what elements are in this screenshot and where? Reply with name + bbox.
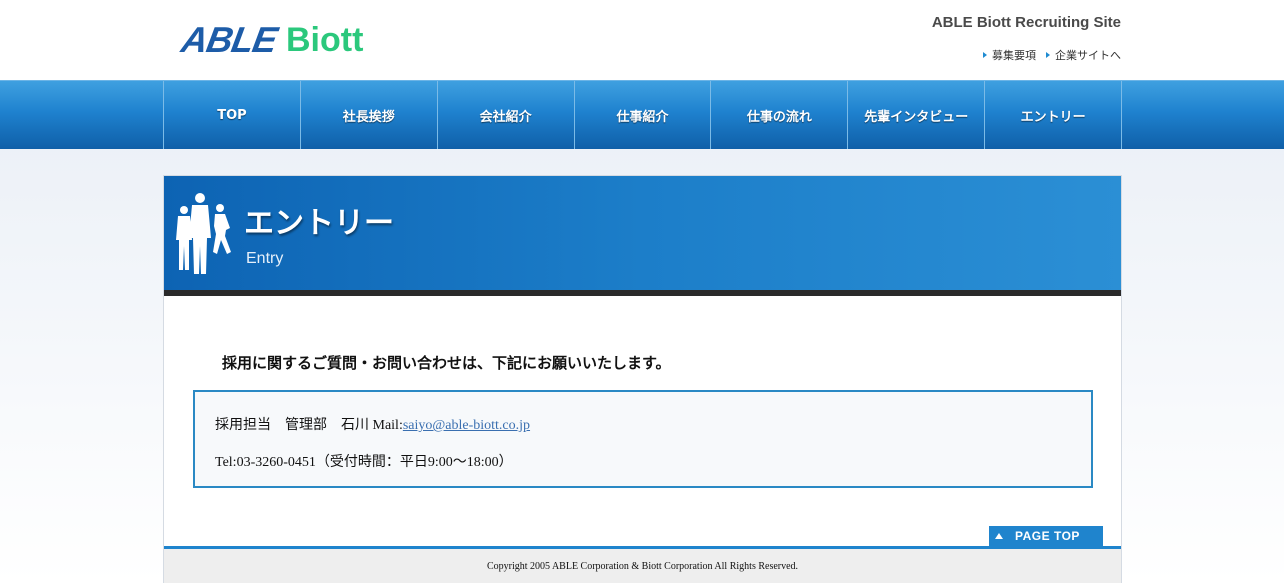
header-link-label: 募集要項	[992, 49, 1036, 62]
contact-person: 採用担当 管理部 石川 Mail:	[215, 418, 403, 433]
page-title: エントリー	[244, 206, 394, 241]
contact-line-mail: 採用担当 管理部 石川 Mail:saiyo@able-biott.co.jp	[215, 414, 530, 434]
nav-item-top[interactable]: TOP	[164, 81, 301, 149]
logo-biott-text: Biott	[286, 21, 364, 59]
header-link-label: 企業サイトへ	[1055, 49, 1121, 62]
nav-item-job-intro[interactable]: 仕事紹介	[575, 81, 712, 149]
site-header: ABLE Biott ABLE Biott Recruiting Site 募集…	[0, 0, 1284, 80]
page-top-button[interactable]: PAGE TOP	[989, 526, 1103, 546]
contact-box: 採用担当 管理部 石川 Mail:saiyo@able-biott.co.jp …	[193, 390, 1093, 488]
site-title: ABLE Biott Recruiting Site	[931, 14, 1121, 31]
content-box: エントリー Entry 採用に関するご質問・お問い合わせは、下記にお願いいたしま…	[163, 175, 1122, 583]
arrow-right-icon	[983, 52, 987, 58]
page-subtitle: Entry	[246, 250, 284, 267]
contact-line-tel: Tel:03-3260-0451（受付時間：平日9:00～18:00）	[215, 455, 513, 470]
nav-item-company-info[interactable]: 会社紹介	[438, 81, 575, 149]
header-link-recruitment[interactable]: 募集要項	[983, 47, 1036, 63]
site-logo[interactable]: ABLE Biott	[178, 19, 364, 60]
arrow-right-icon	[1046, 52, 1050, 58]
email-link[interactable]: saiyo@able-biott.co.jp	[403, 418, 530, 433]
copyright-text: Copyright 2005 ABLE Corporation & Biott …	[486, 561, 799, 572]
arrow-up-icon	[995, 533, 1003, 539]
intro-text: 採用に関するご質問・お問い合わせは、下記にお願いいたします。	[222, 354, 671, 372]
site-footer: Copyright 2005 ABLE Corporation & Biott …	[164, 549, 1121, 583]
page-banner: エントリー Entry	[164, 176, 1121, 290]
banner-divider	[164, 290, 1121, 296]
nav-item-entry[interactable]: エントリー	[985, 81, 1123, 149]
nav-item-work-flow[interactable]: 仕事の流れ	[711, 81, 849, 149]
nav-items: TOP 社長挨拶 会社紹介 仕事紹介 仕事の流れ 先輩インタビュー エントリー	[163, 81, 1123, 149]
people-silhouette-icon	[176, 193, 231, 274]
header-links: 募集要項 企業サイトへ	[983, 47, 1121, 63]
logo-able-text: ABLE	[178, 19, 280, 60]
global-nav: TOP 社長挨拶 会社紹介 仕事紹介 仕事の流れ 先輩インタビュー エントリー	[0, 80, 1284, 149]
header-link-corporate-site[interactable]: 企業サイトへ	[1046, 47, 1121, 63]
nav-item-president-message[interactable]: 社長挨拶	[301, 81, 438, 149]
page-top-label: PAGE TOP	[1015, 529, 1080, 543]
nav-item-senior-interview[interactable]: 先輩インタビュー	[848, 81, 986, 149]
